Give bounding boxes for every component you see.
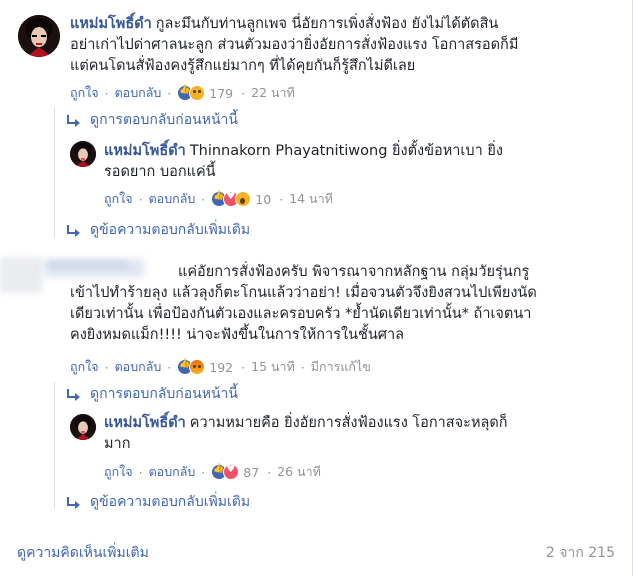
reaction-summary[interactable] xyxy=(211,191,252,207)
avatar-image xyxy=(18,15,60,57)
more-replies-link[interactable]: ดูข้อความตอบกลับเพิ่มเติม xyxy=(66,491,250,513)
comment-text-line: กูละมึนกับท่านลูกเพจ นี่อัยการเพิ่งสั่งฟ… xyxy=(155,16,499,32)
like-link[interactable]: ถูกใจ xyxy=(70,83,99,103)
sad-reaction-icon xyxy=(189,85,206,101)
reply-time[interactable]: 14 นาที xyxy=(289,189,333,209)
comment-text-line: แค่อัยการสั่งฟ้องครับ พิจารณาจากหลักฐาน … xyxy=(178,264,530,280)
reaction-count[interactable]: 10 xyxy=(255,192,271,207)
avatar[interactable] xyxy=(70,141,96,167)
reply-thread-line xyxy=(54,382,55,508)
comment-actions: ถูกใจ · ตอบกลับ · 192 · 15 นาที · มีการแ… xyxy=(70,357,371,377)
reply-link[interactable]: ตอบกลับ xyxy=(149,189,196,209)
previous-replies-label: ดูการตอบกลับก่อนหน้านี้ xyxy=(90,386,238,402)
more-comments-link[interactable]: ดูความคิดเห็นเพิ่มเติม xyxy=(17,542,149,564)
comment-author[interactable]: แหม่มโพธิ์ดำ xyxy=(70,16,152,32)
separator: · xyxy=(241,359,246,375)
separator: · xyxy=(167,85,172,101)
reply-arrow-icon xyxy=(66,114,80,127)
comment-text-line: แต่คนโดนสั่ฟ้องคงรู้สึกแย่มากๆ ที่ได้คุย… xyxy=(70,58,416,74)
more-replies-label: ดูข้อความตอบกลับเพิ่มเติม xyxy=(90,222,251,238)
comment-body: แค่อัยการสั่งฟ้องครับ พิจารณาจากหลักฐาน … xyxy=(70,262,625,346)
separator: · xyxy=(201,191,206,207)
comment-text-line: เข้าไปทำร้ายลุง แล้วลุงก็ตะโกนแล้วว่าอย่… xyxy=(70,285,537,301)
separator: · xyxy=(279,191,284,207)
reply-text-line: รอดยาก บอกแค่นี้ xyxy=(104,164,216,180)
like-link[interactable]: ถูกใจ xyxy=(70,357,99,377)
reply-body: แหม่มโพธิ์ดำ ความหมายคือ ยิ่งอัยการสั่งฟ้… xyxy=(104,413,604,455)
reaction-summary[interactable] xyxy=(211,464,240,480)
reply-author[interactable]: แหม่มโพธิ์ดำ xyxy=(104,143,186,159)
reaction-count[interactable]: 87 xyxy=(243,465,259,480)
reply-link[interactable]: ตอบกลับ xyxy=(115,83,162,103)
avatar[interactable] xyxy=(18,15,60,57)
separator: · xyxy=(167,359,172,375)
reply-actions: ถูกใจ · ตอบกลับ · 10 · 14 นาที xyxy=(104,189,333,209)
edited-label[interactable]: มีการแก้ไข xyxy=(311,357,371,377)
mention[interactable]: Thinnakorn Phayatnitiwong xyxy=(190,143,388,159)
redacted-avatar xyxy=(0,257,42,293)
reply-arrow-icon xyxy=(66,496,80,509)
separator: · xyxy=(138,464,143,480)
reply-arrow-icon xyxy=(66,388,80,401)
avatar-image xyxy=(70,141,96,167)
separator: · xyxy=(300,359,305,375)
like-link[interactable]: ถูกใจ xyxy=(104,189,133,209)
previous-replies-link[interactable]: ดูการตอบกลับก่อนหน้านี้ xyxy=(66,109,238,131)
previous-replies-label: ดูการตอบกลับก่อนหน้านี้ xyxy=(90,112,238,128)
reply-text-line: ความหมายคือ ยิ่งอัยการสั่งฟ้องแรง โอกาสจ… xyxy=(189,415,508,431)
comment-text-line: เดียวเท่านั้น เพื่อป้องกันตัวเองและครอบค… xyxy=(70,306,532,322)
separator: · xyxy=(104,359,109,375)
comment-actions: ถูกใจ · ตอบกลับ · 179 · 22 นาที xyxy=(70,83,295,103)
angry-reaction-icon xyxy=(189,359,206,375)
reaction-count[interactable]: 192 xyxy=(209,360,233,375)
reply-link[interactable]: ตอบกลับ xyxy=(115,357,162,377)
comment-time[interactable]: 15 นาที xyxy=(251,357,295,377)
comment-thread: แหม่มโพธิ์ดำ กูละมึนกับท่านลูกเพจ นี่อัยก… xyxy=(0,0,633,576)
reply-time[interactable]: 26 นาที xyxy=(277,462,321,482)
comments-footer: ดูความคิดเห็นเพิ่มเติม 2 จาก 215 xyxy=(17,541,615,565)
avatar-image xyxy=(70,414,96,440)
separator: · xyxy=(267,464,272,480)
previous-replies-link[interactable]: ดูการตอบกลับก่อนหน้านี้ xyxy=(66,383,238,405)
separator: · xyxy=(241,85,246,101)
like-link[interactable]: ถูกใจ xyxy=(104,462,133,482)
reply-link[interactable]: ตอบกลับ xyxy=(149,462,196,482)
separator: · xyxy=(201,464,206,480)
reaction-count[interactable]: 179 xyxy=(209,86,233,101)
reply-text-line: ยิ่งตั้งข้อหาเบา ยิ่ง xyxy=(392,143,503,159)
reply-arrow-icon xyxy=(66,224,80,237)
comment-body: แหม่มโพธิ์ดำ กูละมึนกับท่านลูกเพจ นี่อัยก… xyxy=(70,14,620,77)
love-reaction-icon xyxy=(223,464,240,480)
separator: · xyxy=(104,85,109,101)
comment-pagination: 2 จาก 215 xyxy=(545,545,615,561)
reply-text-line: มาก xyxy=(104,436,131,452)
comment-text-line: คงยิงหมดแม็ก!!!! น่าจะฟังขึ้นในการให้การ… xyxy=(70,327,404,343)
comment-text-line: อย่าเก่าไปด่าศาลนะลูก ส่วนตัวมองว่ายิ่งอ… xyxy=(70,37,519,53)
comment-time[interactable]: 22 นาที xyxy=(251,83,295,103)
more-replies-label: ดูข้อความตอบกลับเพิ่มเติม xyxy=(90,494,251,510)
reply-body: แหม่มโพธิ์ดำ Thinnakorn Phayatnitiwong ยิ… xyxy=(104,141,604,183)
reply-thread-line xyxy=(54,108,55,238)
reply-author[interactable]: แหม่มโพธิ์ดำ xyxy=(104,415,186,431)
reaction-summary[interactable] xyxy=(177,359,206,375)
avatar[interactable] xyxy=(70,414,96,440)
wow-reaction-icon xyxy=(235,191,252,207)
separator: · xyxy=(138,191,143,207)
more-replies-link[interactable]: ดูข้อความตอบกลับเพิ่มเติม xyxy=(66,219,250,241)
reply-actions: ถูกใจ · ตอบกลับ · 87 · 26 นาที xyxy=(104,462,321,482)
reaction-summary[interactable] xyxy=(177,85,206,101)
